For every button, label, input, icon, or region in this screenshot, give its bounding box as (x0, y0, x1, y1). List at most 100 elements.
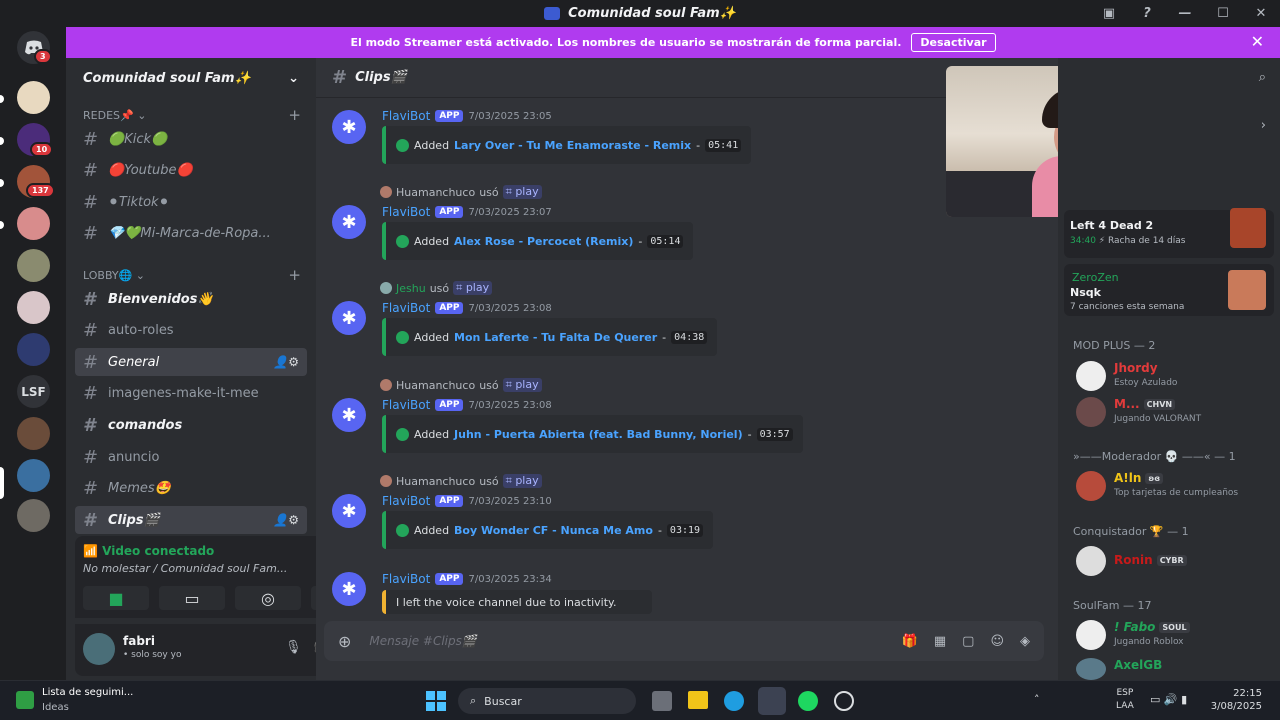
activity-card[interactable]: Left 4 Dead 2 34:40 ⚡ Racha de 14 días (1064, 208, 1274, 258)
channel-kick[interactable]: # 🟢Kick🟢 (75, 125, 307, 153)
screen-share-button[interactable]: ▭ (159, 586, 225, 610)
tray-icons[interactable]: ▭ 🔊 ▮ (1150, 693, 1187, 706)
server-header[interactable]: Comunidad soul Fam✨ ⌄ (66, 58, 316, 98)
server-icon[interactable] (17, 459, 50, 492)
reply-user[interactable]: Huamanchuco (396, 379, 475, 392)
member-item[interactable]: ! Fabo SOUL Jugando Roblox (1076, 618, 1276, 654)
search-icon[interactable]: ⌕ (1259, 70, 1266, 85)
category-lobby[interactable]: LOBBY🌐 ⌄ + (83, 266, 301, 284)
author-name[interactable]: FlaviBot (382, 205, 430, 219)
edge-icon[interactable] (724, 691, 744, 711)
channel-auto-roles[interactable]: # auto-roles (75, 316, 307, 344)
spotify-icon[interactable] (798, 691, 818, 711)
channel-settings-icons[interactable]: 👤⚙ (273, 355, 299, 369)
channel-clips[interactable]: # Clips🎬 👤⚙ (75, 506, 307, 534)
reply-user[interactable]: Huamanchuco (396, 475, 475, 488)
windows-start-icon[interactable] (426, 691, 446, 711)
song-link[interactable]: Juhn - Puerta Abierta (feat. Bad Bunny, … (454, 428, 743, 441)
game-icon[interactable]: ◈ (1020, 634, 1030, 649)
channel-comandos[interactable]: # comandos (75, 411, 307, 439)
message-input[interactable]: ⊕ Mensaje #Clips🎬 🎁 ▦ ▢ ☺ ◈ (324, 621, 1044, 661)
app-icon[interactable] (16, 691, 34, 709)
channel-imagenes[interactable]: # imagenes-make-it-mee (75, 379, 307, 407)
app-icon[interactable] (834, 691, 854, 711)
author-name[interactable]: FlaviBot (382, 109, 430, 123)
slash-command[interactable]: ⌗ play (502, 185, 542, 199)
emoji-icon[interactable]: ☺ (990, 634, 1004, 649)
gift-icon[interactable]: 🎁 (902, 634, 918, 649)
reply-user[interactable]: Jeshu (396, 282, 426, 295)
maximize-button[interactable]: ☐ (1204, 6, 1242, 21)
channel-marca[interactable]: # 💎💚Mi-Marca-de-Ropa... (75, 219, 307, 247)
author-name[interactable]: FlaviBot (382, 572, 430, 586)
server-icon[interactable] (17, 81, 50, 114)
disable-streamer-button[interactable]: Desactivar (911, 33, 996, 52)
channel-bienvenidos[interactable]: # Bienvenidos👋 (75, 285, 307, 313)
server-icon[interactable] (17, 417, 50, 450)
chevron-right-icon[interactable]: › (1261, 118, 1266, 133)
close-banner-icon[interactable]: ✕ (1251, 32, 1264, 51)
clock[interactable]: 22:15 3/08/2025 (1211, 687, 1262, 713)
channel-tiktok[interactable]: # ⚫Tiktok⚫ (75, 188, 307, 216)
activity-button[interactable]: ◎ (235, 586, 301, 610)
bot-avatar[interactable]: ✱ (332, 110, 366, 144)
add-channel-icon[interactable]: + (288, 106, 301, 124)
member-item[interactable]: M... CHVN Jugando VALORANT (1076, 395, 1276, 431)
channel-settings-icons[interactable]: 👤⚙ (273, 513, 299, 527)
separator: - (657, 523, 662, 537)
chevron-up-icon[interactable]: ˄ (1034, 693, 1040, 706)
server-icon[interactable] (17, 249, 50, 282)
bot-avatar[interactable]: ✱ (332, 494, 366, 528)
song-link[interactable]: Lary Over - Tu Me Enamoraste - Remix (454, 139, 691, 152)
song-link[interactable]: Boy Wonder CF - Nunca Me Amo (454, 524, 653, 537)
bot-avatar[interactable]: ✱ (332, 572, 366, 606)
member-item[interactable]: AxelGB (1076, 656, 1276, 680)
channel-youtube[interactable]: # 🔴Youtube🔴 (75, 156, 307, 184)
bot-avatar[interactable]: ✱ (332, 398, 366, 432)
task-view-icon[interactable] (652, 691, 672, 711)
app-title[interactable]: Lista de seguimi... (42, 687, 133, 698)
reply-user[interactable]: Huamanchuco (396, 186, 475, 199)
category-redes[interactable]: REDES📌 ⌄ + (83, 106, 301, 124)
add-channel-icon[interactable]: + (288, 266, 301, 284)
song-link[interactable]: Mon Laferte - Tu Falta De Querer (454, 331, 657, 344)
member-item[interactable]: Jhordy Estoy Azulado (1076, 359, 1276, 395)
add-attachment-icon[interactable]: ⊕ (338, 632, 351, 651)
server-icon[interactable] (17, 333, 50, 366)
server-icon[interactable] (17, 499, 50, 532)
hash-icon: # (83, 159, 99, 181)
slash-command[interactable]: ⌗ play (502, 378, 542, 392)
file-explorer-icon[interactable] (688, 691, 708, 709)
minimize-button[interactable]: — (1166, 6, 1204, 21)
taskbar-search[interactable]: ⌕ Buscar (458, 688, 636, 714)
sticker-icon[interactable]: ▢ (962, 634, 974, 649)
server-icon-lsf[interactable]: LSF (17, 375, 50, 408)
help-icon[interactable]: ? (1128, 6, 1166, 21)
channel-anuncio[interactable]: # anuncio (75, 443, 307, 471)
channel-general[interactable]: # General 👤⚙ (75, 348, 307, 376)
bot-avatar[interactable]: ✱ (332, 205, 366, 239)
channel-memes[interactable]: # Memes🤩 (75, 474, 307, 502)
activity-card[interactable]: ZeroZen Nsqk 7 canciones esta semana (1064, 264, 1274, 316)
author-name[interactable]: FlaviBot (382, 301, 430, 315)
chevron-down-icon[interactable]: ⌄ (288, 71, 299, 86)
avatar[interactable] (83, 633, 115, 665)
server-icon[interactable] (17, 207, 50, 240)
gif-icon[interactable]: ▦ (934, 634, 946, 649)
member-item[interactable]: A!ln ʚɞ Top tarjetas de cumpleaños (1076, 469, 1276, 505)
discord-taskbar-icon[interactable] (758, 687, 786, 715)
author-name[interactable]: FlaviBot (382, 398, 430, 412)
bot-avatar[interactable]: ✱ (332, 301, 366, 335)
slash-command[interactable]: ⌗ play (453, 281, 493, 295)
microphone-icon[interactable]: 🎙 (285, 640, 302, 655)
inbox-icon[interactable]: ▣ (1090, 6, 1128, 21)
camera-button[interactable]: ■ (83, 586, 149, 610)
language-indicator[interactable]: ESP LAA (1116, 687, 1134, 713)
server-icon[interactable] (17, 291, 50, 324)
slash-command[interactable]: ⌗ play (502, 474, 542, 488)
member-item[interactable]: Ronin CYBR (1076, 544, 1276, 580)
member-list: ⌕ › Left 4 Dead 2 34:40 ⚡ Racha de 14 dí… (1058, 58, 1280, 680)
close-window-button[interactable]: ✕ (1242, 6, 1280, 21)
song-link[interactable]: Alex Rose - Percocet (Remix) (454, 235, 633, 248)
author-name[interactable]: FlaviBot (382, 494, 430, 508)
